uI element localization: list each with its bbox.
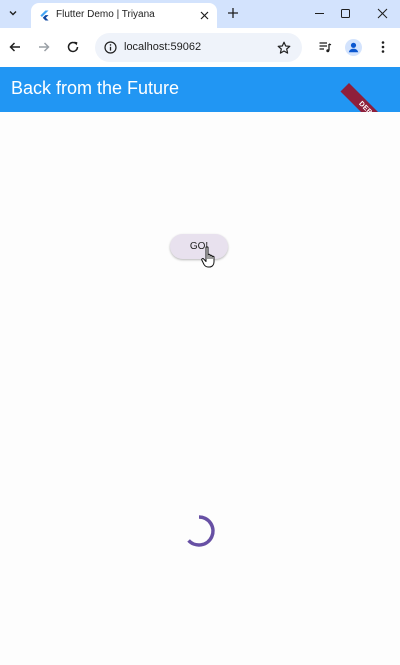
bookmark-button[interactable] — [276, 40, 292, 56]
close-icon — [200, 11, 208, 19]
star-icon — [277, 41, 291, 54]
tab-close-button[interactable] — [197, 8, 211, 22]
arrow-right-icon — [39, 42, 50, 52]
reload-icon — [67, 41, 79, 53]
browser-window: Flutter Demo | Triyana localhost:59062 B… — [0, 0, 400, 665]
maximize-icon — [340, 8, 350, 18]
chevron-down-icon — [9, 11, 17, 16]
maximize-button[interactable] — [334, 3, 356, 23]
media-control-button[interactable] — [315, 37, 335, 57]
kebab-menu-icon — [381, 41, 385, 53]
profile-icon — [344, 38, 362, 56]
hand-pointer-cursor-icon — [201, 246, 215, 268]
media-queue-icon — [319, 42, 332, 53]
flutter-logo-icon — [40, 10, 49, 21]
profile-button[interactable] — [343, 37, 363, 57]
forward-button[interactable] — [34, 37, 54, 57]
app-body — [0, 112, 400, 665]
browser-toolbar: localhost:59062 — [0, 28, 400, 67]
info-icon — [104, 41, 117, 54]
tab-strip: Flutter Demo | Triyana — [0, 0, 400, 28]
app-bar: Back from the Future — [0, 67, 400, 112]
url-text: localhost:59062 — [124, 41, 202, 53]
app-bar-title: Back from the Future — [11, 78, 180, 98]
reload-button[interactable] — [63, 37, 83, 57]
arrow-left-icon — [9, 42, 20, 52]
minimize-button[interactable] — [308, 3, 330, 23]
close-icon — [377, 8, 387, 18]
tab-search-button[interactable] — [3, 3, 23, 23]
go-button[interactable]: GO! — [170, 234, 228, 259]
tab-title: Flutter Demo | Triyana — [56, 9, 155, 20]
minimize-icon — [314, 12, 324, 14]
back-button[interactable] — [5, 37, 25, 57]
new-tab-button[interactable] — [224, 4, 242, 22]
loading-spinner-icon — [187, 515, 215, 547]
close-window-button[interactable] — [371, 3, 393, 23]
browser-menu-button[interactable] — [373, 37, 393, 57]
site-info-button[interactable] — [103, 40, 118, 55]
address-bar[interactable]: localhost:59062 — [95, 33, 302, 62]
plus-icon — [228, 8, 238, 18]
active-tab[interactable]: Flutter Demo | Triyana — [31, 3, 217, 28]
